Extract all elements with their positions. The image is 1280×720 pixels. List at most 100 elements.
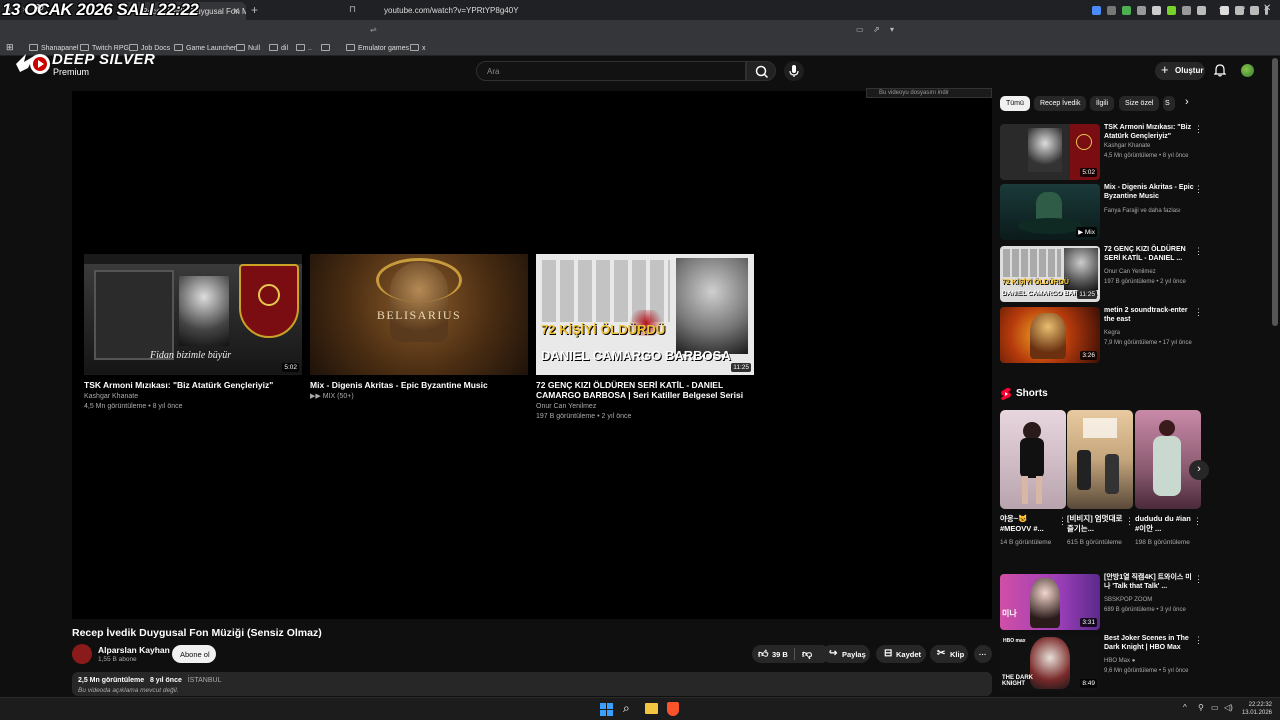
apps-grid-icon[interactable]: ⊞ [6,42,14,53]
like-icon[interactable]: 👍︎ [758,648,768,660]
recommendation-channel: Onur Can Yenilmez [1104,269,1156,275]
save-button[interactable]: ⊟ Kaydet [876,645,926,663]
extension-icon-1[interactable] [1092,6,1101,15]
end-card-channel: ▶▶ MIX (50+) [310,392,354,402]
create-button[interactable]: + Oluştur [1155,62,1205,80]
tab-close-icon[interactable]: ✕ [232,6,240,17]
extension-icon-9[interactable] [1235,6,1244,15]
notifications-bell-icon[interactable] [1214,64,1226,77]
more-vertical-icon[interactable]: ⋮ [1058,516,1067,527]
description-box[interactable] [72,672,992,696]
like-count: 39 B [772,650,788,659]
search-button[interactable] [746,61,776,81]
taskbar-search-icon[interactable]: ⌕ [623,701,630,716]
clip-button[interactable]: ✂ Klip [930,645,968,663]
short-title: dududu du #ian #이안 ... [1135,514,1191,533]
url-field[interactable]: youtube.com/watch?v=YPRtYP8g40Y [362,2,906,18]
logo-text: DEEP SILVER [52,51,156,68]
more-vertical-icon[interactable]: ⋮ [1194,184,1203,195]
end-card-channel: Onur Can Yenilmez [536,403,597,410]
short-title: [비비지] 엄멋대로 즐기는... [1067,514,1123,533]
more-vertical-icon[interactable]: ⋮ [1125,516,1134,527]
more-vertical-icon[interactable]: ⋮ [1194,307,1203,318]
site-info-icon[interactable]: ⇌ [370,25,377,34]
extension-icon-10[interactable] [1250,6,1259,15]
end-card-title: Mix - Digenis Akritas - Epic Byzantine M… [310,380,488,390]
tray-chevron-icon[interactable]: ^ [1183,703,1187,712]
shorts-icon [1001,388,1011,400]
extension-icon-8[interactable] [1197,6,1206,15]
page-scrollbar[interactable] [1272,58,1278,326]
recommendation-title: metin 2 soundtrack-enter the east [1104,307,1188,323]
save-icon: ⊟ [884,648,893,659]
extension-icon-2[interactable] [1107,6,1116,15]
recommendation-title: Mix - Digenis Akritas - Epic Byzantine M… [1104,184,1194,200]
shield-icon[interactable]: ▾ [890,25,894,34]
bookmark-item[interactable]: Null [236,44,260,52]
bookmark-item[interactable]: Emulator games [346,44,409,52]
share-button[interactable]: ↪ Paylaş [822,645,870,663]
chip-all[interactable]: Tümü [1000,96,1030,111]
recommendation-item[interactable]: 3:26 metin 2 soundtrack-enter the east K… [1000,307,1203,363]
volume-icon[interactable]: ◁) [1224,703,1233,712]
more-vertical-icon[interactable]: ⋮ [1194,635,1203,646]
cast-icon[interactable]: ▭ [856,25,864,34]
bookmark-item[interactable]: Game Launcher [174,44,236,52]
mix-label: MIX (50+) [322,393,354,400]
chips-next-icon[interactable]: › [1185,96,1189,108]
chip-recep-ivedik[interactable]: Recep İvedik [1034,96,1087,111]
duration-badge: 5:02 [282,363,299,372]
bookmark-page-icon[interactable]: ⊓ [349,4,356,15]
forward-icon[interactable]: › [22,4,25,15]
windows-start-icon[interactable] [600,703,613,716]
recommendation-item[interactable]: 72 KİŞİYİ ÖLDÜRDÜ DANIEL CAMARGO BARBOSA… [1000,246,1203,302]
tray-icon-1[interactable]: ⚲ [1198,703,1204,712]
end-card-meta: 4,5 Mn görüntüleme • 8 yıl önce [84,403,183,410]
back-icon[interactable]: ‹ [8,4,11,15]
channel-name[interactable]: Alparslan Kayhan [98,645,170,655]
bookmark-item[interactable]: x [410,44,426,52]
extension-icon-5[interactable] [1152,6,1161,15]
url-text: youtube.com/watch?v=YPRtYP8g40Y [384,6,519,15]
clock[interactable]: 22:22:32 13.01.2026 [1240,701,1272,717]
channel-logo-icon[interactable] [14,50,52,78]
like-dislike-group: 👍︎ 39 B 👎︎ [752,645,830,663]
channel-avatar[interactable] [72,644,92,664]
bookmark-item[interactable]: .. [296,44,312,52]
file-explorer-icon[interactable] [645,703,658,714]
new-tab-icon[interactable]: + [251,3,258,17]
voice-search-button[interactable] [784,61,804,81]
tray-icon-2[interactable]: ▭ [1211,703,1219,712]
chip-related[interactable]: İlgili [1090,96,1115,111]
recommendation-meta: 689 B görüntüleme • 3 yıl önce [1104,607,1186,613]
extension-icon-3[interactable] [1122,6,1131,15]
extension-icon-7[interactable] [1182,6,1191,15]
reload-icon[interactable]: ↻ [36,3,44,14]
bookmark-item[interactable]: dil [269,44,288,52]
more-vertical-icon[interactable]: ⋮ [1194,124,1203,135]
thumb-caption-1: 72 KİŞİYİ ÖLDÜRDÜ [541,322,666,337]
brave-browser-icon[interactable] [667,702,679,716]
search-input[interactable]: Ara [476,61,746,81]
recommendation-item[interactable]: HBO max THE DARK KNIGHT 8:49 Best Joker S… [1000,635,1203,691]
share-page-icon[interactable]: ⇗ [873,25,880,34]
subscribe-button[interactable]: Abone ol [172,645,216,663]
more-vertical-icon[interactable]: ⋮ [1193,516,1202,527]
shorts-next-button[interactable]: › [1189,460,1209,480]
recommendation-item[interactable]: 5:02 TSK Armoni Mızıkası: "Biz Atatürk G… [1000,124,1203,180]
bookmark-item[interactable] [321,44,333,52]
sidebar-toggle-icon[interactable] [1220,6,1229,15]
recommendation-item[interactable]: 미나 3:31 [안방1열 직캠4K] 트와이스 미나 'Talk that T… [1000,574,1203,630]
chip-for-you[interactable]: Size özel [1119,96,1160,111]
dislike-icon[interactable]: 👎︎ [802,648,812,660]
browser-menu-icon[interactable] [1265,6,1268,15]
more-vertical-icon[interactable]: ⋮ [1194,574,1203,585]
extension-icon-4[interactable] [1137,6,1146,15]
subscriber-count: 1,55 B abone [98,656,137,663]
account-avatar[interactable] [1241,64,1254,77]
more-vertical-icon[interactable]: ⋮ [1194,246,1203,257]
recommendation-item[interactable]: ▶ Mix Mix - Digenis Akritas - Epic Byzan… [1000,184,1203,240]
extension-icon-6[interactable] [1167,6,1176,15]
chip-more[interactable]: S [1163,96,1175,111]
more-actions-button[interactable]: ··· [974,645,992,663]
